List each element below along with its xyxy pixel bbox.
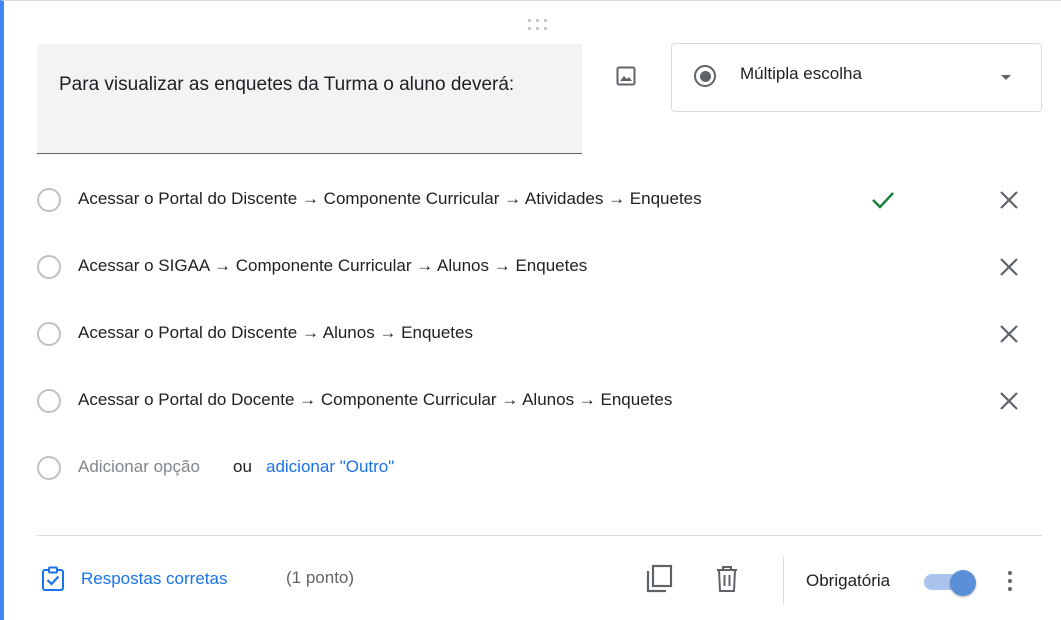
option-radio	[37, 255, 61, 279]
remove-option-icon[interactable]	[998, 189, 1020, 211]
question-card: Para visualizar as enquetes da Turma o a…	[0, 0, 1061, 620]
option-label[interactable]: Acessar o Portal do Docente → Componente…	[78, 390, 672, 410]
option-radio	[37, 322, 61, 346]
remove-option-icon[interactable]	[998, 256, 1020, 278]
option-row: Acessar o SIGAA → Componente Curricular …	[4, 247, 1061, 287]
more-options-icon[interactable]	[1000, 567, 1020, 595]
footer-divider	[37, 535, 1042, 536]
question-type-label: Múltipla escolha	[740, 64, 862, 83]
option-label[interactable]: Acessar o SIGAA → Componente Curricular …	[78, 256, 587, 276]
option-radio	[37, 188, 61, 212]
option-radio	[37, 456, 61, 480]
add-option-input[interactable]: Adicionar opção	[78, 457, 200, 477]
image-icon	[616, 66, 636, 86]
drag-handle-icon[interactable]	[528, 19, 550, 31]
add-option-row: Adicionar opção ou adicionar "Outro"	[4, 448, 1061, 488]
answer-key-icon	[42, 566, 64, 591]
required-label: Obrigatória	[806, 571, 891, 590]
add-other-link[interactable]: adicionar "Outro"	[266, 457, 394, 477]
correct-check-icon	[872, 192, 894, 209]
or-text: ou	[233, 457, 252, 476]
points-label: (1 ponto)	[286, 568, 355, 587]
add-image-button[interactable]	[614, 64, 638, 88]
option-row: Acessar o Portal do Discente → Alunos → …	[4, 314, 1061, 354]
dropdown-arrow-icon	[1001, 75, 1011, 80]
option-row: Acessar o Portal do Discente → Component…	[4, 180, 1061, 220]
answer-key-label: Respostas corretas	[81, 569, 228, 588]
toggle-knob	[950, 570, 976, 596]
option-row: Acessar o Portal do Docente → Componente…	[4, 381, 1061, 421]
radio-button-checked-icon	[694, 65, 716, 87]
question-title-input[interactable]: Para visualizar as enquetes da Turma o a…	[37, 44, 582, 154]
delete-icon[interactable]	[714, 565, 740, 593]
answer-key-button[interactable]: Respostas corretas	[40, 565, 227, 593]
option-label[interactable]: Acessar o Portal do Discente → Component…	[78, 189, 702, 209]
duplicate-icon[interactable]	[645, 564, 673, 594]
remove-option-icon[interactable]	[998, 390, 1020, 412]
option-label[interactable]: Acessar o Portal do Discente → Alunos → …	[78, 323, 473, 343]
footer-separator	[783, 557, 784, 605]
required-toggle[interactable]	[924, 569, 976, 596]
question-type-dropdown[interactable]: Múltipla escolha	[671, 43, 1042, 112]
option-radio	[37, 389, 61, 413]
remove-option-icon[interactable]	[998, 323, 1020, 345]
